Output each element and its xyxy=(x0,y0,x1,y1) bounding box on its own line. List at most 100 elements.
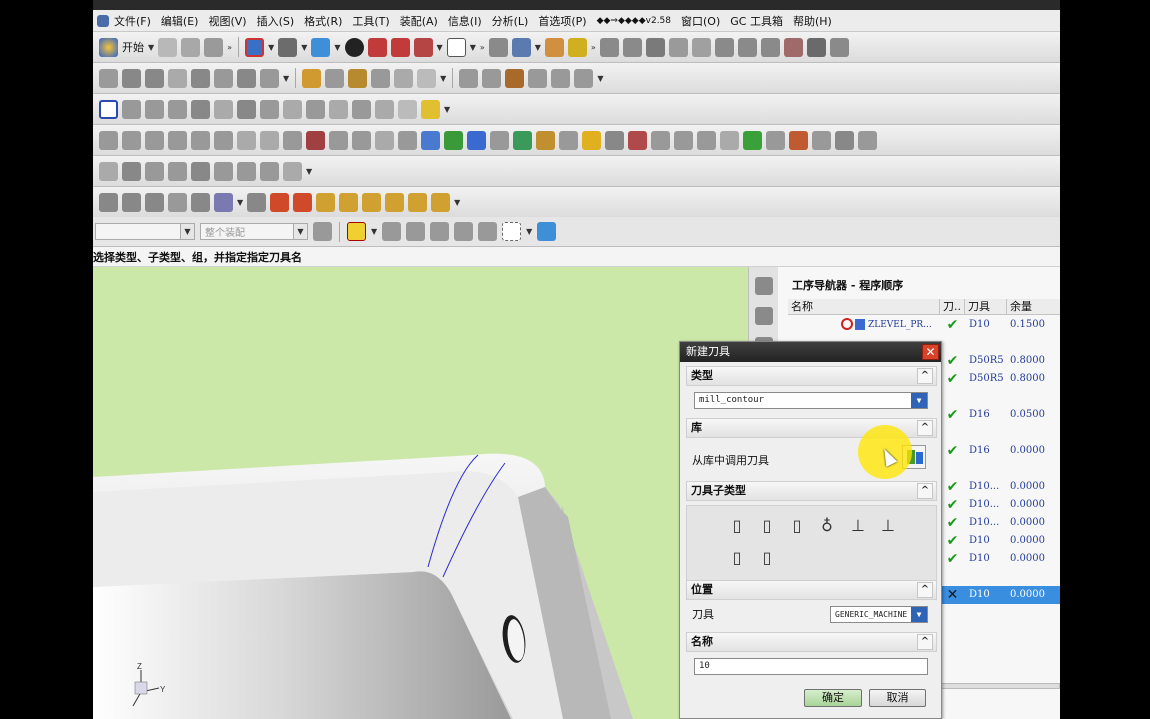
menu-plugin[interactable]: ◆◆⇒◆◆◆◆v2.58 xyxy=(592,16,676,26)
feature-icon[interactable] xyxy=(214,68,233,88)
feature-icon[interactable] xyxy=(766,130,785,150)
moon-icon[interactable] xyxy=(260,161,279,181)
feature-icon[interactable] xyxy=(574,68,594,88)
operation-icon[interactable] xyxy=(168,192,187,212)
feature-icon[interactable] xyxy=(668,37,688,57)
chevron-up-icon[interactable]: ^ xyxy=(917,368,933,384)
start-button-label[interactable]: 开始 xyxy=(122,39,144,55)
dropdown-icon[interactable]: ▼ xyxy=(306,167,312,176)
section-type-header[interactable]: 类型 ^ xyxy=(686,366,937,386)
feature-icon[interactable] xyxy=(99,161,118,181)
feature-icon[interactable] xyxy=(559,130,578,150)
close-icon[interactable]: ✕ xyxy=(922,344,939,360)
feature-icon[interactable] xyxy=(122,99,141,119)
chevron-down-icon[interactable]: ▼ xyxy=(911,607,927,622)
section-subtype-header[interactable]: 刀具子类型 ^ xyxy=(686,481,937,501)
feature-icon[interactable] xyxy=(99,68,118,88)
feature-icon[interactable] xyxy=(551,68,571,88)
dropdown-icon[interactable]: ▼ xyxy=(334,43,340,52)
feature-icon[interactable] xyxy=(674,130,693,150)
dropdown-icon[interactable]: ▼ xyxy=(268,43,274,52)
pnc-icon[interactable] xyxy=(99,99,118,119)
operation-icon[interactable] xyxy=(191,192,210,212)
chevron-down-icon[interactable]: ▼ xyxy=(293,224,307,239)
operation-icon[interactable] xyxy=(145,192,164,212)
feature-icon[interactable] xyxy=(605,130,624,150)
dropdown-icon[interactable]: ▼ xyxy=(470,43,476,52)
column-header-tool[interactable]: 刀具 xyxy=(965,299,1007,314)
operation-icon[interactable] xyxy=(362,192,382,212)
section-location-header[interactable]: 位置 ^ xyxy=(686,580,937,600)
tool-crank-icon[interactable] xyxy=(278,37,298,57)
feature-icon[interactable] xyxy=(352,99,371,119)
feature-icon[interactable] xyxy=(375,99,394,119)
feature-icon[interactable] xyxy=(191,68,210,88)
dropdown-icon[interactable]: ▼ xyxy=(301,43,307,52)
feature-icon[interactable] xyxy=(329,99,348,119)
chevron-up-icon[interactable]: ^ xyxy=(917,634,933,650)
barrel-mill-icon[interactable]: ♁ xyxy=(821,516,833,536)
verify-icon[interactable] xyxy=(567,37,587,57)
feature-icon[interactable] xyxy=(325,68,345,88)
type-filter-combo[interactable]: ▼ xyxy=(95,223,195,240)
feature-icon[interactable] xyxy=(651,130,670,150)
feature-icon[interactable] xyxy=(467,130,486,150)
tool-name-input[interactable]: 10 xyxy=(694,658,928,675)
operation-icon[interactable] xyxy=(431,192,451,212)
menu-gc-toolkit[interactable]: GC 工具箱 xyxy=(725,13,788,29)
navigator-tab-icon[interactable] xyxy=(755,307,773,325)
feature-icon[interactable] xyxy=(99,130,118,150)
feature-icon[interactable] xyxy=(191,130,210,150)
feature-icon[interactable] xyxy=(260,130,279,150)
feature-icon[interactable] xyxy=(582,130,601,150)
taper-mill-icon[interactable]: ▯ xyxy=(791,516,803,536)
feature-icon[interactable] xyxy=(306,99,325,119)
feature-icon[interactable] xyxy=(145,99,164,119)
feature-icon[interactable] xyxy=(375,130,394,150)
feature-icon[interactable] xyxy=(283,99,302,119)
feature-icon[interactable] xyxy=(513,130,532,150)
feature-icon[interactable] xyxy=(191,99,210,119)
start-icon[interactable] xyxy=(99,37,118,57)
overflow-icon[interactable]: » xyxy=(227,43,232,52)
dropdown-icon[interactable]: ▼ xyxy=(437,43,443,52)
snap-icon[interactable] xyxy=(454,222,474,241)
feature-icon[interactable] xyxy=(145,130,164,150)
curve-icon[interactable] xyxy=(421,99,440,119)
feature-icon[interactable] xyxy=(505,68,525,88)
open-file-icon[interactable] xyxy=(181,37,201,57)
chamfer-mill-icon[interactable]: ▯ xyxy=(761,548,773,568)
operation-icon[interactable] xyxy=(316,192,336,212)
cube-view-icon[interactable] xyxy=(537,222,557,241)
feature-icon[interactable] xyxy=(490,130,509,150)
feature-icon[interactable] xyxy=(622,37,642,57)
tool-path-icon[interactable] xyxy=(544,37,564,57)
fraction-icon[interactable] xyxy=(283,161,302,181)
chevron-up-icon[interactable]: ^ xyxy=(917,483,933,499)
column-header-status[interactable]: 刀.. xyxy=(940,299,965,314)
rectangle-select-icon[interactable] xyxy=(502,222,522,241)
type-select[interactable]: mill_contour ▼ xyxy=(694,392,928,409)
feature-icon[interactable] xyxy=(789,130,808,150)
dropdown-icon[interactable]: ▼ xyxy=(444,105,450,114)
menu-tools[interactable]: 工具(T) xyxy=(347,13,394,29)
pnc-icon[interactable] xyxy=(691,37,711,57)
tool-location-select[interactable]: GENERIC_MACHINE ▼ xyxy=(830,606,928,623)
feature-icon[interactable] xyxy=(168,161,187,181)
feature-icon[interactable] xyxy=(260,99,279,119)
dropdown-icon[interactable]: ▼ xyxy=(371,227,377,236)
operation-icon[interactable] xyxy=(122,192,141,212)
text-icon[interactable] xyxy=(835,130,854,150)
feature-icon[interactable] xyxy=(237,130,256,150)
feature-icon[interactable] xyxy=(237,161,256,181)
selection-filter-icon[interactable] xyxy=(245,37,265,57)
feature-icon[interactable] xyxy=(283,130,302,150)
feature-icon[interactable] xyxy=(168,99,187,119)
chevron-up-icon[interactable]: ^ xyxy=(917,420,933,436)
ball-mill-icon[interactable]: ▯ xyxy=(761,516,773,536)
feature-icon[interactable] xyxy=(191,161,210,181)
menu-analysis[interactable]: 分析(L) xyxy=(487,13,534,29)
menu-help[interactable]: 帮助(H) xyxy=(788,13,837,29)
menu-file[interactable]: 文件(F) xyxy=(109,13,156,29)
menu-preferences[interactable]: 首选项(P) xyxy=(533,13,591,29)
